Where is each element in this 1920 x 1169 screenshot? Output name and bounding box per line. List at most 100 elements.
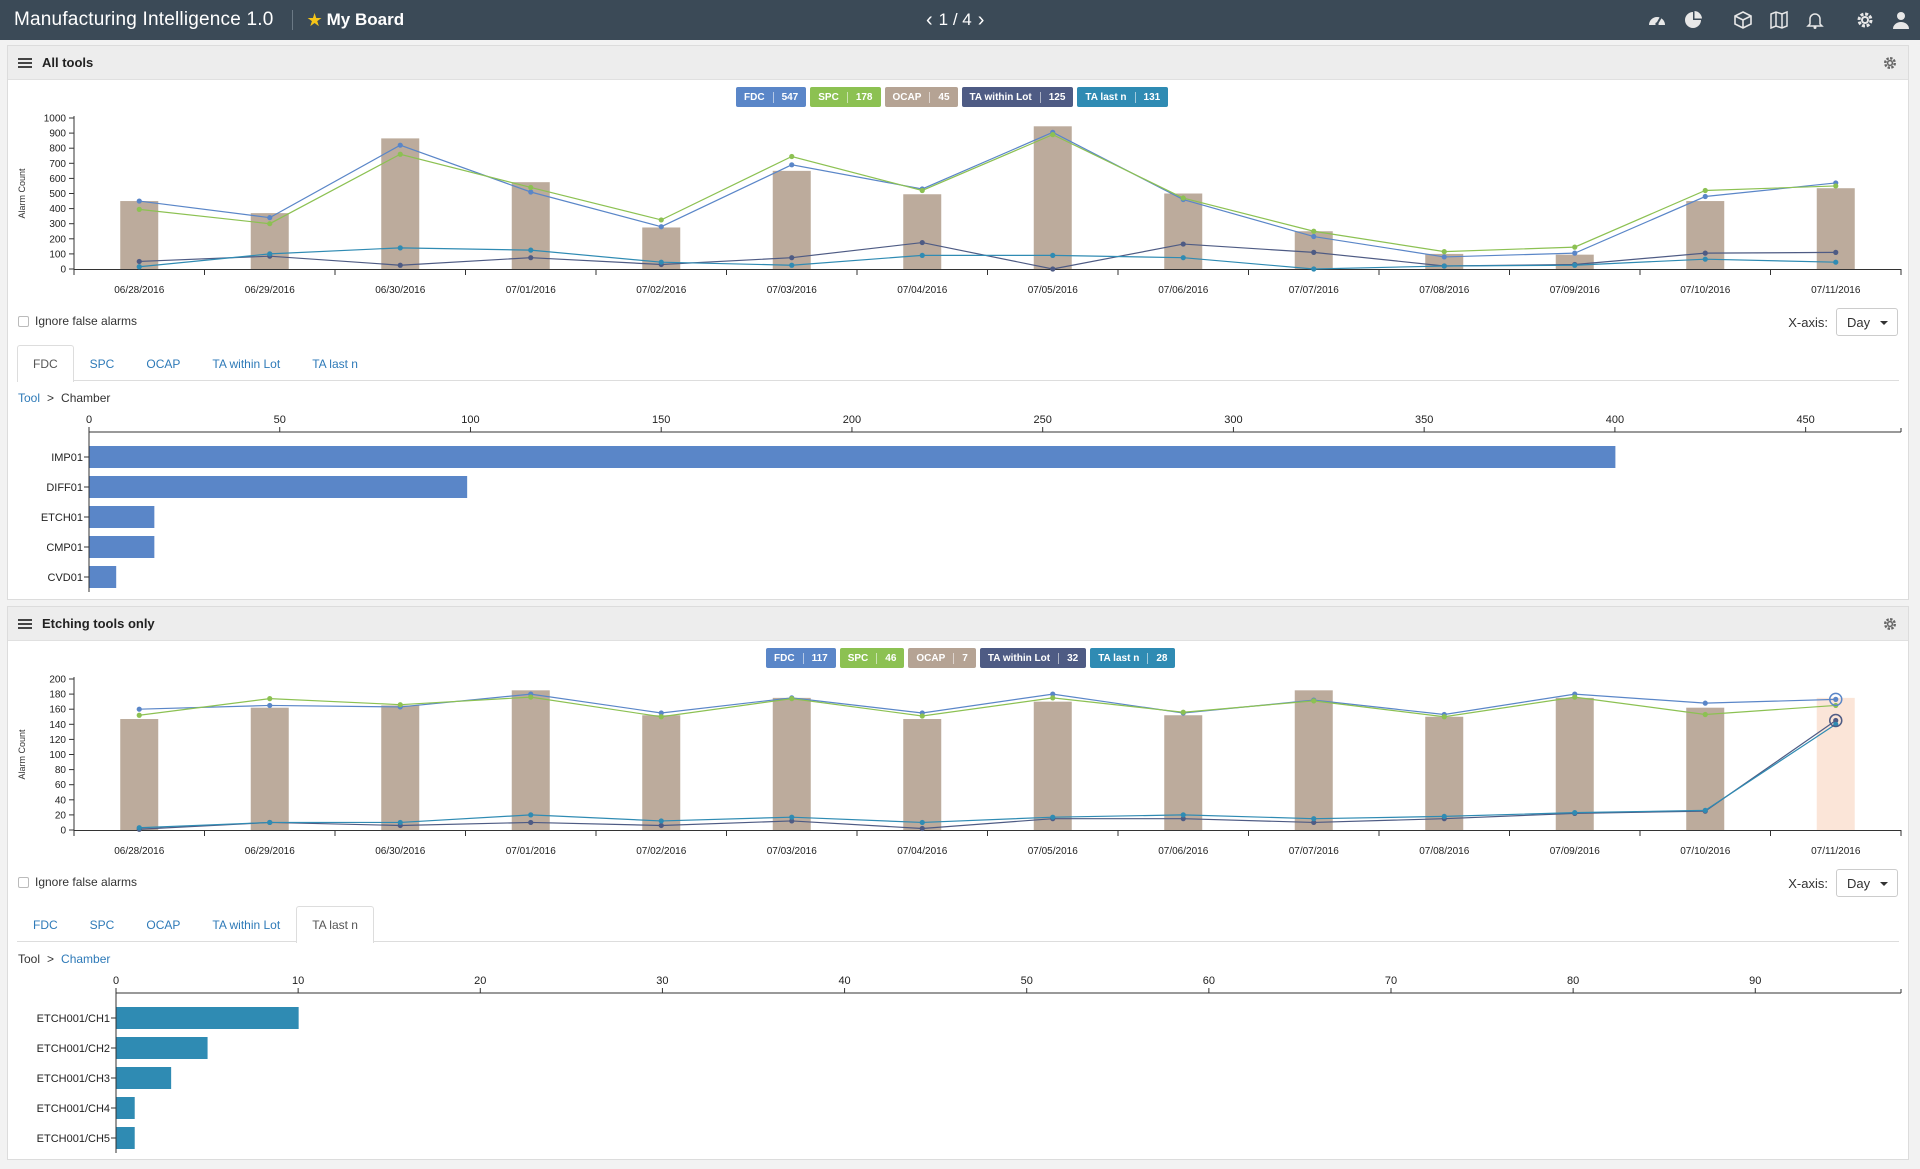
legend-item-ta-last-n[interactable]: TA last n 131 <box>1077 87 1169 107</box>
legend-item-fdc[interactable]: FDC 117 <box>766 648 836 668</box>
y-tick-label: 700 <box>49 159 66 170</box>
tab-ta-last-n[interactable]: TA last n <box>296 906 374 943</box>
ignore-false-alarms-checkbox[interactable] <box>18 315 29 327</box>
legend-item-ta-within-lot[interactable]: TA within Lot 125 <box>961 87 1074 107</box>
previous-page-icon[interactable]: ‹ <box>920 9 939 32</box>
tab-spc[interactable]: SPC <box>74 906 131 942</box>
legend-count: 125 <box>1039 91 1065 103</box>
point-ta-last-n <box>1572 262 1578 268</box>
point-ta-last-n <box>789 814 795 820</box>
x-tick-label: 300 <box>1224 414 1242 426</box>
tab-ta-within-lot[interactable]: TA within Lot <box>196 345 296 381</box>
point-ta-last-n <box>397 819 403 826</box>
panel-settings-icon[interactable] <box>1882 55 1898 71</box>
point-fdc <box>136 198 142 204</box>
breadcrumb: Tool > Chamber <box>18 391 110 405</box>
x-tick-label: 350 <box>1415 414 1433 426</box>
bar-ocap <box>1816 697 1855 830</box>
bar <box>116 1067 172 1089</box>
x-axis-value: Day <box>1847 314 1871 330</box>
legend-label: FDC <box>774 652 795 664</box>
hamburger-menu-icon[interactable] <box>18 56 32 70</box>
y-tick-label: 20 <box>55 810 67 821</box>
y-tick-label: 160 <box>49 705 66 716</box>
ignore-false-alarms[interactable]: Ignore false alarms <box>18 875 137 889</box>
breadcrumb-chamber[interactable]: Chamber <box>61 952 110 966</box>
tab-ocap[interactable]: OCAP <box>130 345 196 381</box>
tab-fdc[interactable]: FDC <box>17 345 74 382</box>
dashboard-icon[interactable] <box>1646 9 1668 31</box>
x-tick-label: 07/10/2016 <box>1680 285 1730 296</box>
point-ta-last-n <box>528 812 534 818</box>
x-axis-select[interactable]: Day <box>1836 308 1898 336</box>
bar <box>89 506 155 528</box>
tab-spc[interactable]: SPC <box>74 345 131 381</box>
legend-label: TA within Lot <box>969 91 1032 103</box>
x-tick-label: 30 <box>656 975 668 987</box>
legend-item-ta-last-n[interactable]: TA last n 28 <box>1090 648 1176 668</box>
point-ta-within-lot <box>919 825 925 832</box>
y-tick-label: 500 <box>49 189 66 200</box>
point-ta-last-n <box>1441 813 1447 820</box>
panel-header: All tools <box>8 46 1908 80</box>
panel-settings-icon[interactable] <box>1882 616 1898 632</box>
bar-ocap <box>1816 188 1855 269</box>
y-tick-label: 0 <box>60 826 66 837</box>
bar-ocap <box>1294 690 1333 830</box>
point-ta-last-n <box>1441 263 1447 269</box>
legend-count: 178 <box>846 91 873 103</box>
tab-ocap[interactable]: OCAP <box>130 906 196 942</box>
breadcrumb-separator: > <box>47 952 55 966</box>
user-icon[interactable] <box>1890 9 1912 31</box>
y-tick-label: 300 <box>49 219 66 230</box>
point-ta-within-lot <box>1311 249 1317 255</box>
y-tick-label: ETCH001/CH1 <box>37 1013 110 1025</box>
gear-icon[interactable] <box>1854 9 1876 31</box>
legend-item-ocap[interactable]: OCAP 45 <box>884 87 958 107</box>
point-ta-last-n <box>919 819 925 826</box>
point-fdc <box>136 706 142 712</box>
bell-icon[interactable] <box>1804 9 1826 31</box>
point-spc <box>1180 195 1186 201</box>
legend-label: TA last n <box>1098 652 1140 664</box>
ignore-false-alarms-checkbox[interactable] <box>18 876 29 888</box>
pie-chart-icon[interactable] <box>1682 9 1704 31</box>
x-tick-label: 70 <box>1385 975 1397 987</box>
x-tick-label: 07/07/2016 <box>1289 285 1339 296</box>
x-axis-select[interactable]: Day <box>1836 869 1898 897</box>
legend-count: 131 <box>1134 91 1160 103</box>
x-axis-label: X-axis: <box>1788 875 1828 891</box>
legend-item-spc[interactable]: SPC 46 <box>839 648 905 668</box>
next-page-icon[interactable]: › <box>972 9 991 32</box>
point-spc <box>1702 711 1708 718</box>
star-icon[interactable]: ★ <box>307 10 323 31</box>
board-selector[interactable]: ★ My Board <box>307 10 405 31</box>
x-tick-label: 07/10/2016 <box>1680 846 1730 857</box>
alarm-count-chart: Alarm Count 0 100 200 300 400 500 600 700 800 900 1… <box>17 114 1902 296</box>
point-fdc <box>267 215 273 221</box>
y-axis-label: Alarm Count <box>17 729 27 780</box>
legend-item-ocap[interactable]: OCAP 7 <box>908 648 976 668</box>
ignore-false-alarms[interactable]: Ignore false alarms <box>18 314 137 328</box>
point-spc <box>397 151 403 157</box>
bar-ocap <box>1033 126 1072 270</box>
breadcrumb-tool[interactable]: Tool <box>18 391 40 405</box>
bar <box>116 1007 299 1029</box>
legend-item-ta-within-lot[interactable]: TA within Lot 32 <box>979 648 1087 668</box>
legend-item-spc[interactable]: SPC 178 <box>810 87 881 107</box>
tab-fdc[interactable]: FDC <box>17 906 74 942</box>
tab-ta-within-lot[interactable]: TA within Lot <box>196 906 296 942</box>
point-ta-last-n <box>136 825 142 831</box>
x-tick-label: 400 <box>1606 414 1624 426</box>
tab-ta-last-n[interactable]: TA last n <box>296 345 374 381</box>
map-icon[interactable] <box>1768 9 1790 31</box>
bar <box>89 566 117 588</box>
legend-item-fdc[interactable]: FDC 547 <box>736 87 807 107</box>
x-tick-label: 07/11/2016 <box>1811 285 1861 296</box>
x-tick-label: 250 <box>1034 414 1052 426</box>
cube-icon[interactable] <box>1732 9 1754 31</box>
hamburger-menu-icon[interactable] <box>18 617 32 631</box>
point-spc <box>1050 132 1056 138</box>
y-tick-label: 140 <box>49 720 66 731</box>
point-ta-last-n <box>658 259 664 265</box>
